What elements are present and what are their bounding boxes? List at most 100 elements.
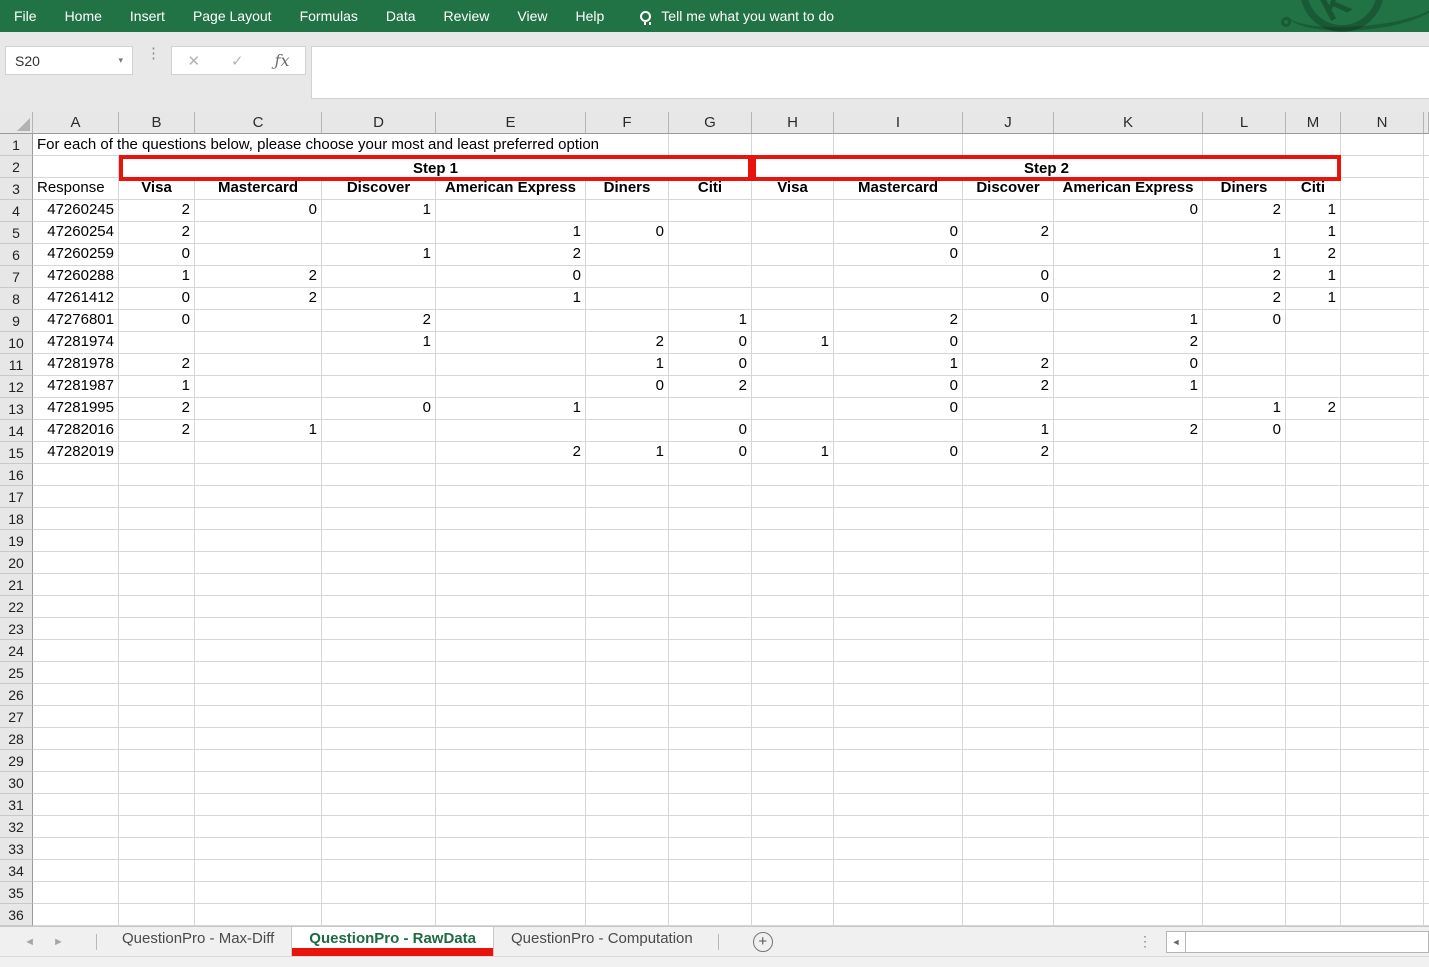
cell[interactable] [1424,772,1429,794]
cell[interactable] [963,508,1054,530]
value-cell[interactable]: 0 [119,288,195,310]
value-cell[interactable] [586,200,669,222]
cell[interactable] [33,882,119,904]
response-id-cell[interactable]: 47281978 [33,354,119,376]
column-header-I[interactable]: I [834,112,963,134]
cell[interactable] [436,596,586,618]
select-all-corner[interactable] [0,112,33,134]
cell[interactable] [752,662,834,684]
cell[interactable] [963,838,1054,860]
cell[interactable] [1424,486,1429,508]
cell[interactable] [1341,332,1424,354]
cell[interactable] [669,750,752,772]
row-header-33[interactable]: 33 [0,838,33,860]
row-header-28[interactable]: 28 [0,728,33,750]
cell[interactable] [33,904,119,926]
value-cell[interactable]: 0 [669,332,752,354]
cell-response-header[interactable]: Response [33,178,119,200]
cell[interactable] [436,552,586,574]
column-header-N[interactable]: N [1341,112,1424,134]
cell[interactable] [436,728,586,750]
value-cell[interactable]: 2 [1054,332,1203,354]
value-cell[interactable] [752,398,834,420]
cell[interactable] [752,552,834,574]
value-cell[interactable]: 0 [834,244,963,266]
cell[interactable] [33,750,119,772]
cell[interactable] [1424,354,1429,376]
cell[interactable] [436,882,586,904]
value-cell[interactable] [1286,332,1341,354]
cell[interactable] [1424,838,1429,860]
cell[interactable] [1286,464,1341,486]
cell[interactable] [834,684,963,706]
value-cell[interactable] [834,200,963,222]
cell[interactable] [963,530,1054,552]
cell[interactable] [669,904,752,926]
cell[interactable] [1341,530,1424,552]
cell[interactable] [834,838,963,860]
row-header-35[interactable]: 35 [0,882,33,904]
cell[interactable] [669,530,752,552]
cell[interactable] [963,816,1054,838]
value-cell[interactable] [195,442,322,464]
cell[interactable] [1424,442,1429,464]
value-cell[interactable] [586,398,669,420]
sheet-tab-questionpro-rawdata[interactable]: QuestionPro - RawData [291,927,494,956]
value-cell[interactable] [1203,376,1286,398]
cell[interactable] [963,618,1054,640]
cell-A2[interactable] [33,156,119,178]
cell[interactable] [834,882,963,904]
value-cell[interactable] [322,354,436,376]
cell[interactable] [586,794,669,816]
cell[interactable] [322,596,436,618]
cell[interactable] [834,486,963,508]
prev-sheet-icon[interactable]: ◄ [24,936,35,948]
value-cell[interactable] [1054,222,1203,244]
cell[interactable] [963,552,1054,574]
cell[interactable] [1286,684,1341,706]
value-cell[interactable]: 1 [1203,398,1286,420]
cell[interactable] [586,882,669,904]
cell[interactable] [1203,750,1286,772]
cell[interactable] [1286,728,1341,750]
menu-item-formulas[interactable]: Formulas [286,0,372,32]
response-id-cell[interactable]: 47260288 [33,266,119,288]
value-cell[interactable]: 0 [586,222,669,244]
cell[interactable] [669,706,752,728]
column-header-A[interactable]: A [33,112,119,134]
value-cell[interactable] [1286,354,1341,376]
value-cell[interactable] [1286,376,1341,398]
cell[interactable] [752,904,834,926]
value-cell[interactable]: 2 [436,442,586,464]
row-header-9[interactable]: 9 [0,310,33,332]
cell[interactable] [1424,332,1429,354]
cell[interactable] [119,794,195,816]
cell[interactable] [669,574,752,596]
cell[interactable] [33,530,119,552]
cell[interactable] [1054,530,1203,552]
cell[interactable] [752,794,834,816]
cell[interactable] [586,530,669,552]
cell[interactable] [1203,684,1286,706]
cell[interactable] [1341,310,1424,332]
cell[interactable] [1286,552,1341,574]
value-cell[interactable]: 2 [195,266,322,288]
value-cell[interactable]: 1 [963,420,1054,442]
cell[interactable] [436,486,586,508]
cell[interactable] [1341,684,1424,706]
value-cell[interactable] [834,420,963,442]
value-cell[interactable]: 0 [1203,420,1286,442]
brand-header-mastercard[interactable]: Mastercard [834,178,963,200]
value-cell[interactable]: 2 [119,398,195,420]
cell[interactable] [436,750,586,772]
cell[interactable] [752,618,834,640]
cell[interactable] [752,728,834,750]
cell[interactable] [1341,838,1424,860]
column-header-J[interactable]: J [963,112,1054,134]
cell[interactable] [119,860,195,882]
cell[interactable] [586,772,669,794]
cell[interactable] [963,574,1054,596]
cell[interactable] [1424,794,1429,816]
cell[interactable] [1424,464,1429,486]
cell[interactable] [1286,772,1341,794]
